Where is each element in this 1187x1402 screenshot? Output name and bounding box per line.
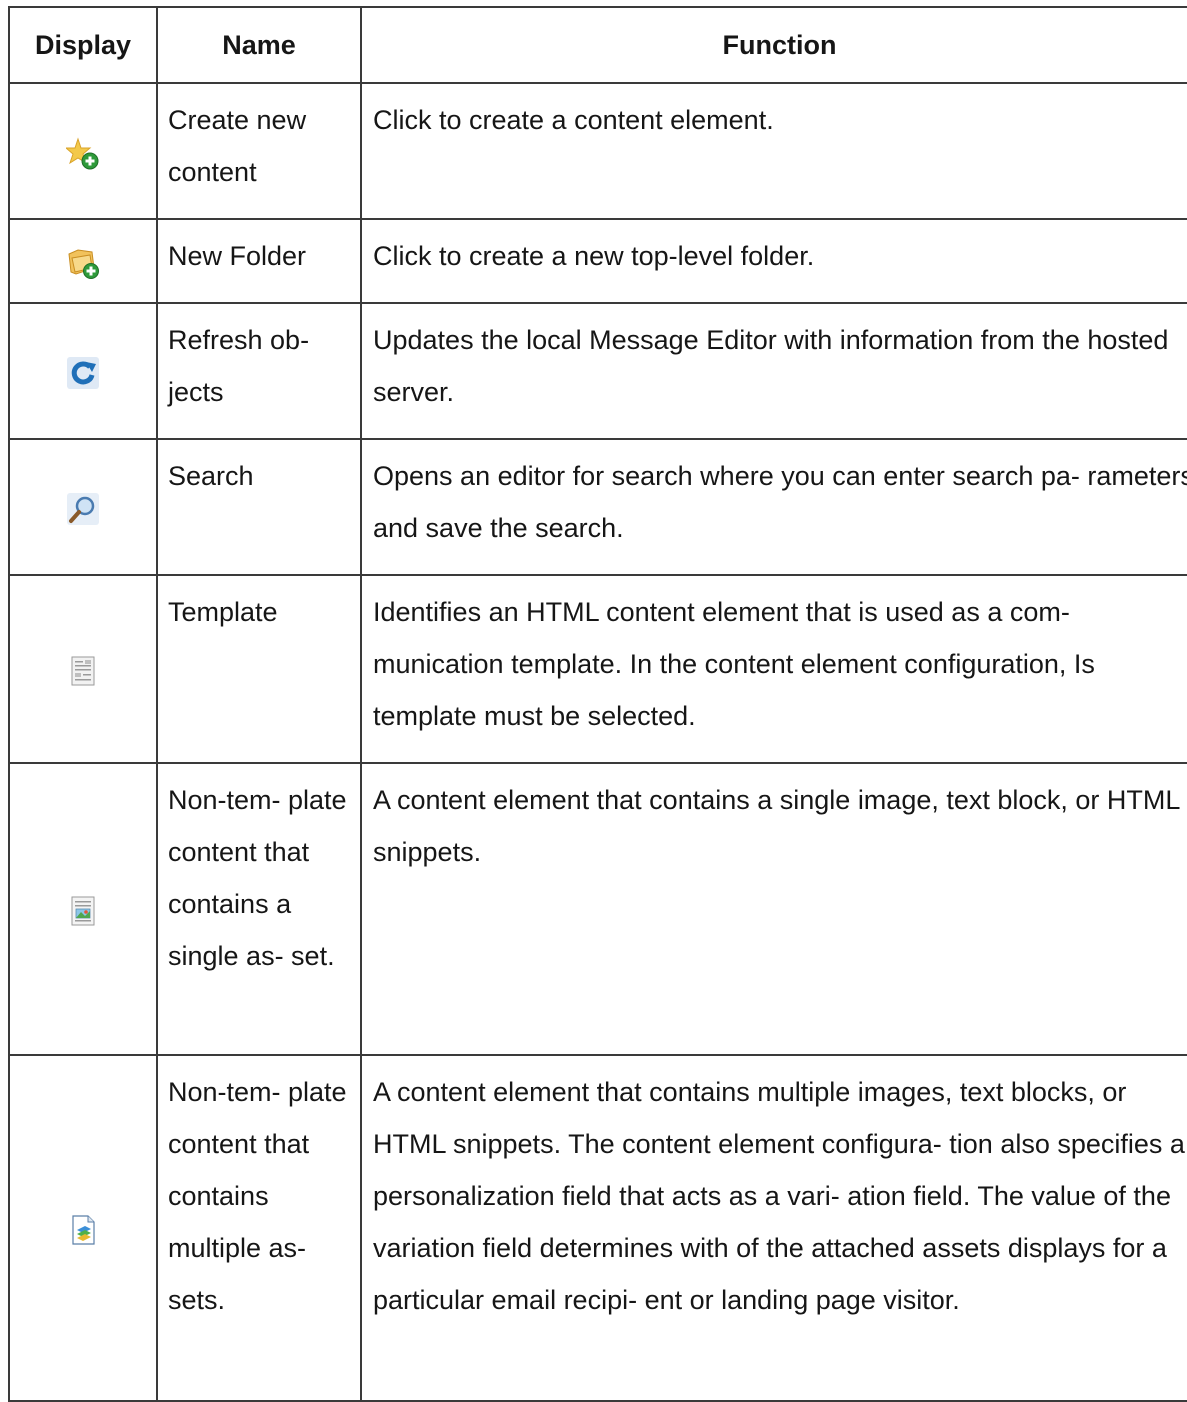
table-row: New Folder Click to create a new top-lev…: [8, 218, 1187, 304]
header-name: Name: [156, 6, 362, 84]
function-cell: Click to create a content element.: [360, 82, 1187, 220]
display-cell: [8, 1054, 158, 1402]
display-cell: [8, 82, 158, 220]
name-cell: Template: [156, 574, 362, 764]
header-display: Display: [8, 6, 158, 84]
header-function: Function: [360, 6, 1187, 84]
display-cell: [8, 574, 158, 764]
display-cell: [8, 218, 158, 304]
toolbar-icons-table: Display Name Function Create new content…: [8, 6, 1187, 1402]
table-row: Non-tem- plate content that contains mul…: [8, 1054, 1187, 1402]
display-cell: [8, 762, 158, 1056]
name-cell: Non-tem- plate content that contains mul…: [156, 1054, 362, 1402]
new-folder-icon: [68, 249, 99, 279]
table-header-row: Display Name Function: [8, 6, 1187, 84]
refresh-icon: [67, 356, 99, 389]
name-cell: New Folder: [156, 218, 362, 304]
function-cell: Identifies an HTML content element that …: [360, 574, 1187, 764]
single-asset-icon: [71, 896, 95, 926]
name-cell: Search: [156, 438, 362, 576]
create-content-icon: [66, 137, 99, 170]
table-row: Refresh ob- jects Updates the local Mess…: [8, 302, 1187, 440]
name-cell: Refresh ob- jects: [156, 302, 362, 440]
table-row: Create new content Click to create a con…: [8, 82, 1187, 220]
table-row: Non-tem- plate content that contains a s…: [8, 762, 1187, 1056]
multiple-assets-icon: [72, 1215, 95, 1245]
template-icon: [71, 656, 95, 686]
search-icon: [67, 492, 99, 525]
table-row: Search Opens an editor for search where …: [8, 438, 1187, 576]
function-cell: A content element that contains multiple…: [360, 1054, 1187, 1402]
table-row: Template Identifies an HTML content elem…: [8, 574, 1187, 764]
display-cell: [8, 302, 158, 440]
name-cell: Create new content: [156, 82, 362, 220]
function-cell: A content element that contains a single…: [360, 762, 1187, 1056]
function-cell: Updates the local Message Editor with in…: [360, 302, 1187, 440]
name-cell: Non-tem- plate content that contains a s…: [156, 762, 362, 1056]
function-cell: Click to create a new top-level folder.: [360, 218, 1187, 304]
function-cell: Opens an editor for search where you can…: [360, 438, 1187, 576]
display-cell: [8, 438, 158, 576]
